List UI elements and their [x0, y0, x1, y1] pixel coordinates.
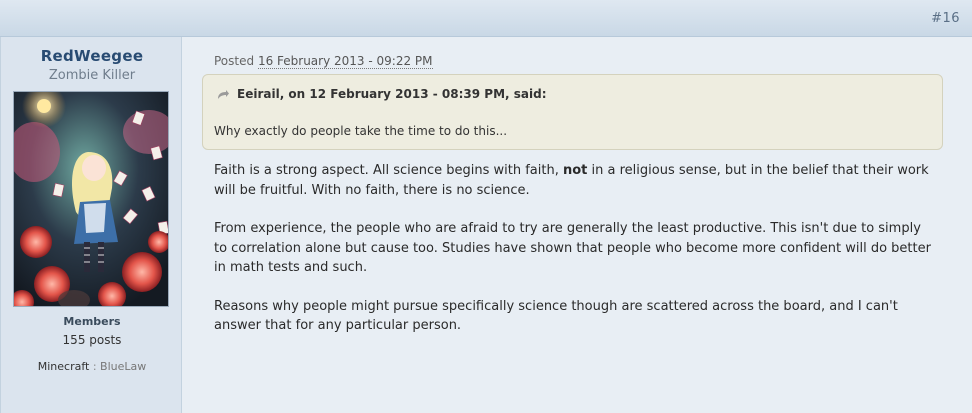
- posted-date-link[interactable]: 16 February 2013 - 09:22 PM: [257, 54, 433, 69]
- post-body: Faith is a strong aspect. All science be…: [214, 161, 934, 355]
- quote-citation-text: Eeirail, on 12 February 2013 - 08:39 PM,…: [237, 87, 547, 101]
- posted-label: Posted: [214, 54, 255, 68]
- custom-field-value: BlueLaw: [100, 360, 147, 373]
- post-number-link[interactable]: #16: [931, 11, 960, 26]
- post-count: 155 posts: [62, 333, 122, 347]
- author-title: Zombie Killer: [48, 68, 136, 83]
- custom-field-label: Minecraft: [37, 360, 90, 373]
- author-avatar[interactable]: [13, 91, 169, 307]
- post-paragraph-1: Faith is a strong aspect. All science be…: [214, 161, 934, 200]
- author-info-panel: RedWeegee Zombie Killer Members 155 post…: [0, 37, 182, 413]
- post-header: #16: [0, 0, 972, 37]
- custom-field-minecraft: Minecraft : BlueLaw: [1, 360, 183, 373]
- post-paragraph-2: From experience, the people who are afra…: [214, 221, 931, 275]
- author-name-link[interactable]: RedWeegee: [1, 47, 183, 65]
- quote-citation: Eeirail, on 12 February 2013 - 08:39 PM,…: [217, 87, 547, 101]
- member-group: Members: [63, 315, 121, 328]
- p1-text-start: Faith is a strong aspect. All science be…: [214, 163, 563, 178]
- post-paragraph-3: Reasons why people might pursue specific…: [214, 298, 898, 334]
- quote-text: Why exactly do people take the time to d…: [214, 124, 508, 138]
- custom-field-separator: :: [89, 360, 101, 373]
- quote-block: Eeirail, on 12 February 2013 - 08:39 PM,…: [202, 74, 943, 150]
- posted-line: Posted 16 February 2013 - 09:22 PM: [214, 54, 433, 69]
- post-content-area: Posted 16 February 2013 - 09:22 PM Eeira…: [183, 37, 972, 413]
- p1-bold-word: not: [562, 163, 588, 178]
- view-quoted-post-icon[interactable]: [217, 89, 229, 99]
